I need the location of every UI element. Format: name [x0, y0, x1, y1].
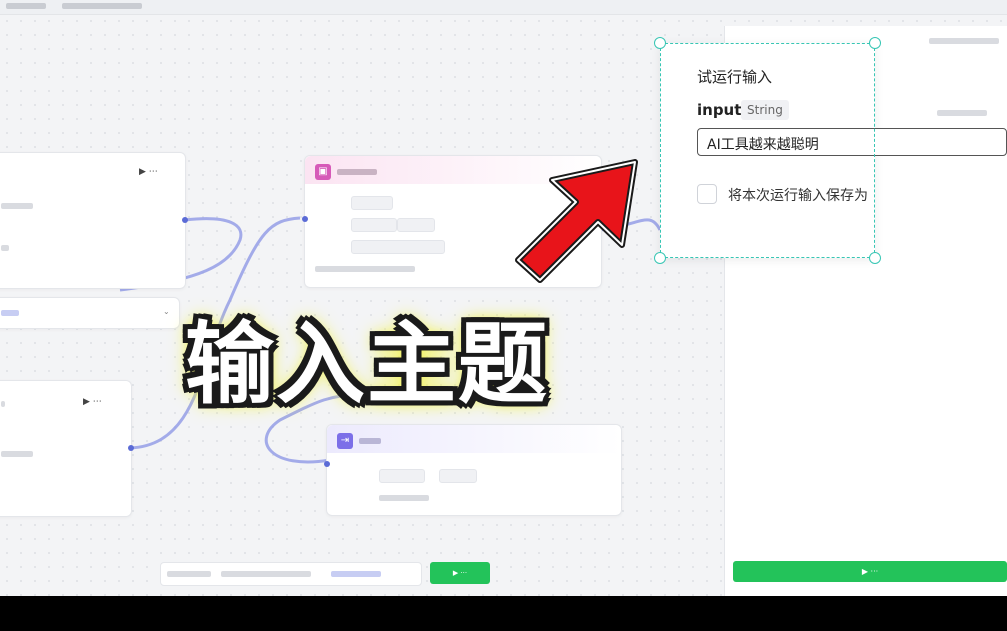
chip	[397, 218, 435, 232]
blur-text	[1, 310, 19, 316]
canvas-toolbar	[160, 562, 422, 586]
canvas-run-button[interactable]: ▶ ···	[430, 562, 490, 584]
blur-text	[929, 38, 999, 44]
overlay-caption: 输入主题	[185, 312, 549, 416]
blur-text	[315, 266, 415, 272]
panel-run-button[interactable]: ▶ ···	[733, 561, 1007, 582]
chip	[351, 196, 393, 210]
resize-handle-bl[interactable]	[654, 252, 666, 264]
chip	[439, 469, 477, 483]
node-end[interactable]: ⇥	[324, 424, 622, 516]
output-port[interactable]	[128, 445, 134, 451]
node-left-bottom-partial[interactable]: ▶ ⋯	[0, 380, 134, 517]
node-dropdown-partial[interactable]: ⌄	[0, 297, 180, 329]
output-port[interactable]	[182, 217, 188, 223]
red-arrow-pointer	[515, 159, 638, 283]
resize-handle-tr[interactable]	[869, 37, 881, 49]
selection-frame	[660, 43, 875, 258]
letterbox-bar	[0, 596, 1007, 631]
input-port[interactable]	[324, 461, 330, 467]
zoom-control[interactable]	[167, 571, 211, 577]
node-title-blur	[359, 438, 381, 444]
resize-handle-tl[interactable]	[654, 37, 666, 49]
blur-text	[1, 203, 33, 209]
node-title-blur	[337, 169, 377, 175]
blur-text	[1, 401, 5, 407]
blur-text	[937, 110, 987, 116]
chevron-down-icon[interactable]: ⌄	[163, 307, 170, 316]
run-node-icon[interactable]: ▶ ⋯	[83, 397, 102, 407]
run-node-icon[interactable]: ▶ ⋯	[139, 167, 158, 177]
chip	[351, 218, 397, 232]
toolbar-tools[interactable]	[221, 571, 311, 577]
add-node-button[interactable]	[331, 571, 381, 577]
blur-text	[1, 245, 9, 251]
input-port[interactable]	[302, 216, 308, 222]
blur-text	[379, 495, 429, 501]
image-gen-icon: ▣	[315, 164, 331, 180]
resize-handle-br[interactable]	[869, 252, 881, 264]
chip	[379, 469, 425, 483]
chip	[351, 240, 445, 254]
blur-text	[1, 451, 33, 457]
node-start-partial[interactable]: ▶ ⋯	[0, 152, 188, 289]
end-icon: ⇥	[337, 433, 353, 449]
